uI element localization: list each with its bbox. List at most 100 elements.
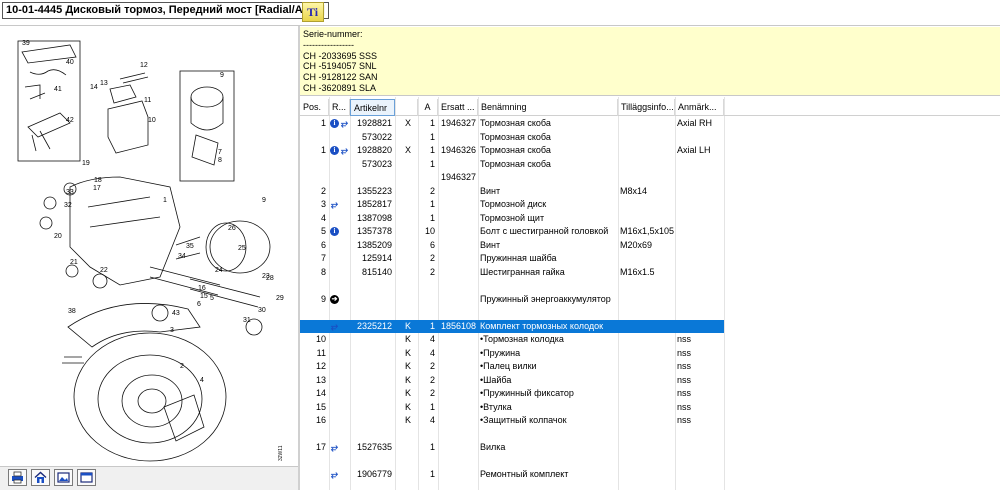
col-a-header[interactable]: A — [418, 99, 438, 116]
subassembly-icon[interactable]: ⥂ — [330, 470, 339, 479]
col-r-header[interactable]: R... — [329, 99, 350, 116]
table-row[interactable]: 12 K 2 •Палец вилки nss — [300, 360, 1000, 374]
callout-16[interactable]: 16 — [198, 285, 206, 292]
callout-43[interactable]: 43 — [172, 310, 180, 317]
table-row[interactable]: 4 1387098 1 Тормозной щит — [300, 212, 1000, 226]
table-row[interactable]: 14 K 2 •Пружинный фиксатор nss — [300, 387, 1000, 401]
table-row[interactable] — [300, 279, 1000, 293]
quantity-cell: 4 — [429, 415, 435, 425]
exploded-view-diagram[interactable]: 32W11 39 40 41 42 14 13 12 11 10 9 8 7 1… — [0, 27, 298, 465]
callout-13[interactable]: 13 — [100, 80, 108, 87]
callout-9[interactable]: 9 — [220, 72, 224, 79]
remark-cell: Axial LH — [677, 145, 711, 155]
callout-24[interactable]: 24 — [215, 267, 223, 274]
callout-32[interactable]: 32 — [64, 202, 72, 209]
callout-4[interactable]: 4 — [200, 377, 204, 384]
callout-12[interactable]: 12 — [140, 62, 148, 69]
callout-26[interactable]: 26 — [228, 225, 236, 232]
additional-info-cell — [620, 428, 675, 442]
callout-11[interactable]: 11 — [144, 97, 151, 104]
callout-10[interactable]: 10 — [148, 117, 156, 124]
subassembly-icon[interactable]: ⥂ — [330, 200, 339, 209]
table-row[interactable]: 573022 1 Тормозная скоба — [300, 131, 1000, 145]
table-row[interactable]: 10 K 4 •Тормозная колодка nss — [300, 333, 1000, 347]
callout-9b[interactable]: 9 — [262, 197, 266, 204]
table-row[interactable]: 11 K 4 •Пружина nss — [300, 347, 1000, 361]
table-row[interactable]: 6 1385209 6 Винт M20x69 — [300, 239, 1000, 253]
info-icon[interactable]: i — [330, 119, 339, 128]
image-button[interactable] — [54, 469, 73, 486]
table-row[interactable]: 1 1928821 X 1 1946327 Тормозная скоба Axial RH… — [300, 117, 1000, 131]
callout-39[interactable]: 39 — [22, 40, 30, 47]
callout-22[interactable]: 22 — [100, 267, 108, 274]
table-row[interactable]: 2325212 K 1 1856108 Комплект тормозных колод… — [300, 319, 724, 334]
table-row[interactable]: 15 K 1 •Втулка nss — [300, 401, 1000, 415]
callout-28[interactable]: 28 — [266, 275, 274, 282]
callout-30[interactable]: 30 — [258, 307, 266, 314]
table-row[interactable]: 1 1928820 X 1 1946326 Тормозная скоба Axial LH… — [300, 144, 1000, 158]
col-tillagg-header[interactable]: Tilläggsinfo... — [618, 99, 675, 116]
pos-cell — [300, 320, 326, 334]
home-button[interactable] — [31, 469, 50, 486]
goto-arrow-icon[interactable]: ➔ — [330, 294, 339, 304]
table-row[interactable]: 1906779 1 Ремонтный комплект ⥂ — [300, 468, 1000, 482]
table-row[interactable]: 17 1527635 1 Вилка ⥂ — [300, 441, 1000, 455]
callout-29[interactable]: 29 — [276, 295, 284, 302]
print-button[interactable] — [8, 469, 27, 486]
col-ersatt-header[interactable]: Ersatt ... — [438, 99, 478, 116]
callout-25[interactable]: 25 — [238, 245, 246, 252]
callout-40[interactable]: 40 — [66, 59, 74, 66]
table-row[interactable]: 5 1357378 10 Болт с шестигранной головкой M1… — [300, 225, 1000, 239]
callout-15[interactable]: 15 — [200, 293, 208, 300]
table-row[interactable]: 2 1355223 2 Винт M8x14 — [300, 185, 1000, 199]
subassembly-icon[interactable]: ⥂ — [330, 443, 339, 452]
callout-7[interactable]: 7 — [218, 149, 222, 156]
info-toggle-button[interactable]: Ti — [302, 2, 324, 22]
artikelnr-cell: 1355223 — [356, 185, 392, 196]
callout-14[interactable]: 14 — [90, 84, 98, 91]
callout-3[interactable]: 3 — [170, 327, 174, 334]
callout-34[interactable]: 34 — [178, 253, 186, 260]
subassembly-icon[interactable]: ⥂ — [340, 119, 349, 128]
callout-17[interactable]: 17 — [93, 185, 101, 192]
callout-20[interactable]: 20 — [54, 233, 62, 240]
table-row[interactable]: 13 K 2 •Шайба nss — [300, 374, 1000, 388]
table-row[interactable]: 573023 1 Тормозная скоба — [300, 158, 1000, 172]
type-cell: K — [404, 374, 411, 385]
callout-31[interactable]: 31 — [243, 317, 251, 324]
subassembly-icon[interactable]: ⥂ — [340, 146, 349, 155]
callout-2[interactable]: 2 — [180, 363, 184, 370]
callout-18[interactable]: 18 — [94, 177, 102, 184]
col-anmark-header[interactable]: Anmärk... — [675, 99, 724, 116]
callout-8[interactable]: 8 — [218, 157, 222, 164]
info-icon[interactable]: i — [330, 146, 339, 155]
table-row[interactable] — [300, 306, 1000, 320]
table-row[interactable]: 9 Пружинный энергоаккумулятор ➔ — [300, 293, 1000, 307]
table-row[interactable] — [300, 455, 1000, 469]
callout-41[interactable]: 41 — [54, 86, 62, 93]
col-benamning-header[interactable]: Benämning — [478, 99, 618, 116]
col-pos-header[interactable]: Pos. — [300, 99, 329, 116]
col-artikelnr-header[interactable]: Artikelnr — [350, 99, 395, 116]
callout-21[interactable]: 21 — [70, 259, 78, 266]
table-row[interactable]: 1946327 — [300, 171, 1000, 185]
remark-cell: nss — [677, 388, 692, 398]
window-button[interactable] — [77, 469, 96, 486]
callout-35[interactable]: 35 — [186, 243, 194, 250]
callout-38[interactable]: 38 — [68, 308, 76, 315]
callout-5[interactable]: 5 — [210, 295, 214, 302]
callout-33[interactable]: 33 — [66, 189, 74, 196]
table-row[interactable]: 3 1852817 1 Тормозной диск ⥂ — [300, 198, 1000, 212]
info-icon[interactable]: i — [330, 227, 339, 236]
callout-19[interactable]: 19 — [82, 160, 90, 167]
callout-6[interactable]: 6 — [197, 301, 201, 308]
table-row[interactable]: 16 K 4 •Защитный колпачок nss — [300, 414, 1000, 428]
table-row[interactable]: 8 815140 2 Шестигранная гайка M16x1.5 — [300, 266, 1000, 280]
table-row[interactable]: 7 125914 2 Пружинная шайба — [300, 252, 1000, 266]
callout-42[interactable]: 42 — [66, 117, 74, 124]
subassembly-icon[interactable]: ⥂ — [330, 321, 339, 331]
col-a-spacer[interactable] — [395, 99, 418, 116]
additional-info-cell — [620, 252, 675, 266]
callout-1[interactable]: 1 — [163, 197, 167, 204]
table-row[interactable] — [300, 428, 1000, 442]
